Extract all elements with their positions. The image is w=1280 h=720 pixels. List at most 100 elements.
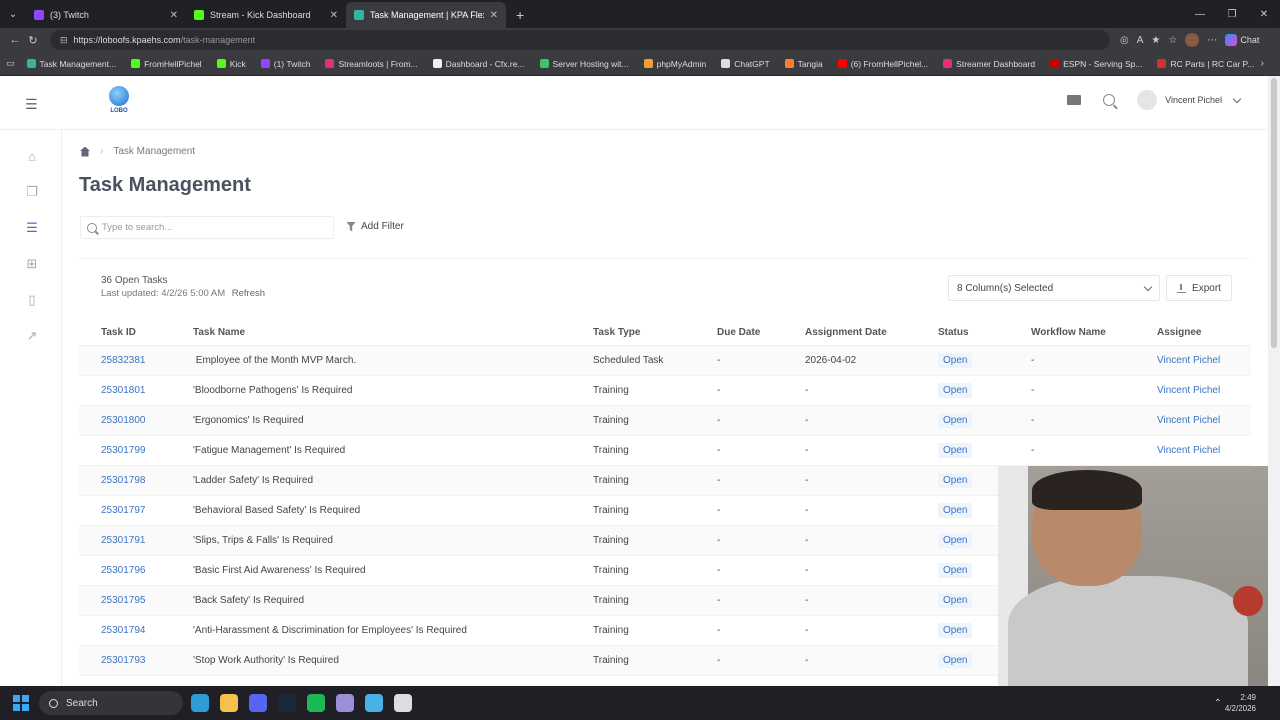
task-id-link[interactable]: 25301800	[101, 415, 146, 426]
close-tab-icon[interactable]: ✕	[170, 10, 178, 21]
column-header[interactable]: Task ID	[79, 321, 193, 346]
bookmark-item[interactable]: Dashboard - Cfx.re...	[432, 59, 525, 69]
task-id-link[interactable]: 25301797	[101, 505, 146, 516]
task-id-link[interactable]: 25301795	[101, 595, 146, 606]
logo-text: LOBO	[110, 108, 128, 114]
mail-icon[interactable]	[1067, 95, 1082, 105]
assignee-link[interactable]: Vincent Pichel	[1157, 355, 1220, 366]
task-id-link[interactable]: 25301791	[101, 535, 146, 546]
bookmark-item[interactable]: FromHellPichel	[131, 59, 202, 69]
chevron-right-icon[interactable]: ›	[1261, 58, 1264, 69]
hamburger-menu-icon[interactable]: ☰	[25, 96, 38, 113]
book-icon[interactable]: ▯	[24, 292, 40, 308]
site-info-icon[interactable]: ⊟	[60, 35, 68, 46]
steam-icon[interactable]	[278, 694, 296, 712]
favorite-star-icon[interactable]: ★	[1151, 35, 1160, 46]
obs-icon[interactable]	[336, 694, 354, 712]
spotify-icon[interactable]	[307, 694, 325, 712]
globe-icon	[109, 86, 129, 106]
taskbar-search[interactable]: Search	[39, 691, 183, 715]
file-explorer-icon[interactable]	[220, 694, 238, 712]
bookmark-item[interactable]: (6) FromHellPichel...	[837, 59, 928, 69]
bookmark-item[interactable]: ChatGPT	[721, 59, 770, 69]
tracking-icon[interactable]: ◎	[1120, 35, 1129, 46]
table-row[interactable]: 25301801 'Bloodborne Pathogens' Is Requir…	[79, 375, 1251, 406]
close-tab-icon[interactable]: ✕	[490, 10, 498, 21]
column-header[interactable]: Workflow Name	[1031, 321, 1157, 346]
windows-start-icon[interactable]	[13, 695, 29, 711]
bookmark-item[interactable]: RC Parts | RC Car P...	[1157, 59, 1254, 69]
new-tab-button[interactable]: +	[506, 2, 534, 28]
bookmark-item[interactable]: phpMyAdmin	[643, 59, 706, 69]
assignee-link[interactable]: Vincent Pichel	[1157, 385, 1220, 396]
bookmark-item[interactable]: ESPN - Serving Sp...	[1050, 59, 1142, 69]
column-header[interactable]: Task Type	[593, 321, 717, 346]
bookmark-item[interactable]: Streamer Dashboard	[943, 59, 1035, 69]
bookmark-item[interactable]: Tangia	[784, 59, 823, 69]
copilot-button[interactable]: Chat	[1225, 34, 1259, 46]
task-id-link[interactable]: 25301798	[101, 475, 146, 486]
profile-avatar[interactable]	[1185, 33, 1200, 47]
search-input[interactable]	[102, 222, 322, 233]
scrollbar-thumb[interactable]	[1271, 78, 1277, 348]
browser-tab[interactable]: Stream - Kick Dashboard ✕	[186, 2, 346, 28]
favorites-icon[interactable]: ☆	[1168, 35, 1177, 46]
close-tab-icon[interactable]: ✕	[330, 10, 338, 21]
task-id-link[interactable]: 25301801	[101, 385, 146, 396]
task-id-link[interactable]: 25301796	[101, 565, 146, 576]
clock[interactable]: 2:49 4/2/2026	[1225, 692, 1256, 714]
bookmark-item[interactable]: Kick	[216, 59, 246, 69]
column-header[interactable]: Due Date	[717, 321, 805, 346]
task-id-link[interactable]: 25301799	[101, 445, 146, 456]
add-filter-button[interactable]: Add Filter	[346, 221, 404, 232]
task-list-icon[interactable]: ☰	[24, 220, 40, 236]
search-field[interactable]	[80, 216, 334, 239]
minimize-icon[interactable]: —	[1184, 0, 1216, 28]
assignee-link[interactable]: Vincent Pichel	[1157, 415, 1220, 426]
url-field[interactable]: ⊟ https://loboofs.kpaehs.com/task-manage…	[50, 30, 1110, 50]
task-id-link[interactable]: 25832381	[101, 355, 146, 366]
export-button[interactable]: Export	[1166, 275, 1232, 301]
vertical-scrollbar[interactable]	[1268, 76, 1280, 686]
bookmark-favicon-icon	[432, 59, 442, 68]
back-icon[interactable]: ←	[6, 34, 24, 46]
edge-icon[interactable]	[191, 694, 209, 712]
app-icon[interactable]	[365, 694, 383, 712]
search-icon[interactable]	[1103, 94, 1116, 106]
chrome-icon[interactable]	[394, 694, 412, 712]
documents-icon[interactable]: ❐	[24, 184, 40, 200]
column-header[interactable]: Assignee	[1157, 321, 1251, 346]
user-menu[interactable]: Vincent Pichel	[1137, 90, 1242, 110]
reload-icon[interactable]: ↻	[24, 34, 42, 47]
column-header[interactable]: Status	[938, 321, 1031, 346]
browser-tab[interactable]: (3) Twitch ✕	[26, 2, 186, 28]
company-logo[interactable]: LOBO	[104, 86, 134, 120]
home-icon[interactable]: ⌂	[24, 148, 40, 164]
table-row[interactable]: 25832381 Employee of the Month MVP March…	[79, 345, 1251, 376]
apps-grid-icon[interactable]: ⊞	[24, 256, 40, 272]
trending-icon[interactable]: ↗	[24, 328, 40, 344]
bookmarks-menu-icon[interactable]: ▭	[6, 58, 15, 69]
more-menu-icon[interactable]: ⋯	[1207, 35, 1217, 46]
bookmark-item[interactable]: Task Management...	[26, 59, 116, 69]
tray-chevron-icon[interactable]: ⌃	[1214, 698, 1222, 709]
refresh-link[interactable]: Refresh	[232, 288, 265, 299]
column-header[interactable]: Task Name	[193, 321, 593, 346]
read-aloud-icon[interactable]: A	[1137, 35, 1144, 46]
bookmark-item[interactable]: Server Hosting wit...	[539, 59, 629, 69]
discord-icon[interactable]	[249, 694, 267, 712]
close-window-icon[interactable]: ✕	[1248, 0, 1280, 28]
task-id-link[interactable]: 25301793	[101, 655, 146, 666]
maximize-icon[interactable]: ❐	[1216, 0, 1248, 28]
column-header[interactable]: Assignment Date	[805, 321, 938, 346]
task-id-link[interactable]: 25301794	[101, 625, 146, 636]
tab-actions-icon[interactable]: ⌄	[0, 0, 26, 28]
browser-tab[interactable]: Task Management | KPA Flex ✕	[346, 2, 506, 28]
bookmark-item[interactable]: Streamloots | From...	[325, 59, 418, 69]
breadcrumb-home-icon[interactable]	[80, 146, 90, 157]
assignee-link[interactable]: Vincent Pichel	[1157, 445, 1220, 456]
column-selector[interactable]: 8 Column(s) Selected	[948, 275, 1160, 301]
table-row[interactable]: 25301799 'Fatigue Management' Is Required…	[79, 435, 1251, 466]
table-row[interactable]: 25301800 'Ergonomics' Is Required Training…	[79, 405, 1251, 436]
bookmark-item[interactable]: (1) Twitch	[260, 59, 310, 69]
